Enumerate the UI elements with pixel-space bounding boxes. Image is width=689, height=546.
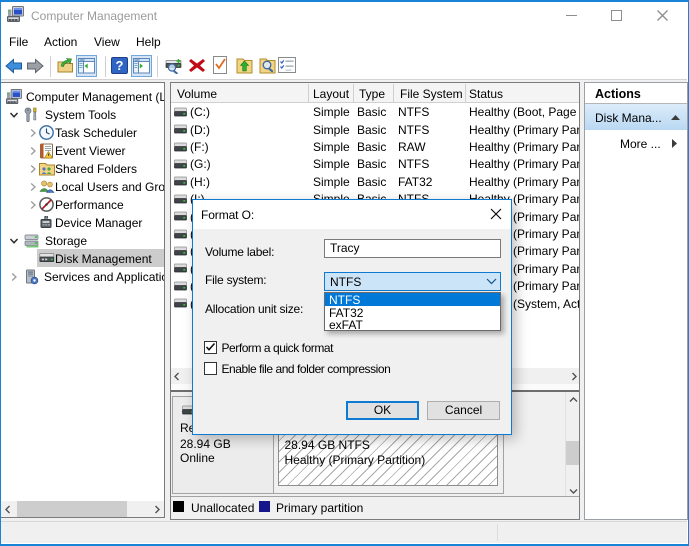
svg-text:?: ? (116, 58, 124, 73)
